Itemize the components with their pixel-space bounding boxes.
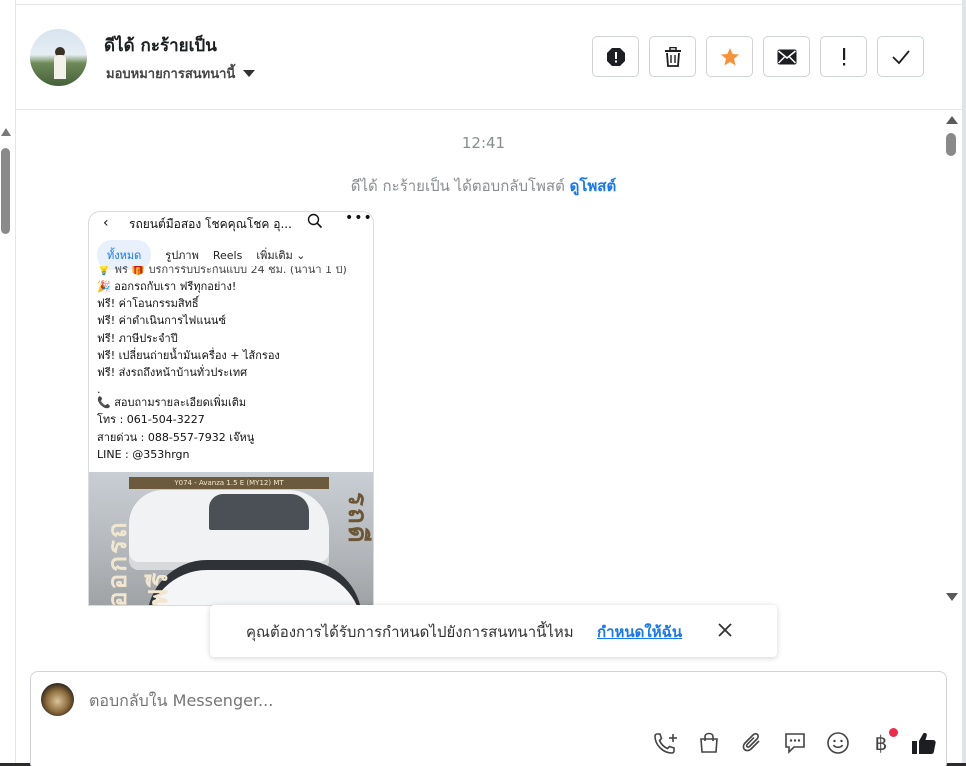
more-options-icon: ••• (345, 211, 373, 226)
assign-suggestion-question: คุณต้องการได้รับการกำหนดไปยังการสนทนานี้… (246, 623, 574, 641)
post-line: 🎉 ออกรถกับเรา ฟรีทุกอย่าง! (97, 280, 237, 293)
scroll-down-arrow-icon[interactable] (946, 593, 958, 601)
follow-up-button[interactable] (820, 36, 867, 77)
done-button[interactable] (877, 36, 924, 77)
trash-icon (664, 46, 681, 67)
post-page-title: รถยนต์มือสอง โชคคุณโชค อุ... (129, 217, 292, 231)
star-icon (720, 47, 739, 65)
call-add-icon (654, 733, 677, 754)
emoji-icon (827, 732, 849, 754)
call-add-button[interactable] (651, 728, 681, 758)
post-line: ฟรี! ส่งรถถึงหน้าบ้านทั่วประเทศ (97, 366, 248, 380)
post-line: . (97, 383, 101, 395)
chat-bubble-icon (785, 733, 805, 754)
shop-button[interactable] (694, 728, 724, 758)
search-icon (307, 213, 323, 229)
assign-suggestion-toast: คุณต้องการได้รับการกำหนดไปยังการสนทนานี้… (210, 605, 777, 657)
shopping-bag-icon (700, 732, 718, 753)
top-border (15, 0, 966, 5)
attach-button[interactable] (737, 728, 767, 758)
reply-input[interactable] (89, 691, 689, 710)
post-photo: Y074 - Avanza 1.5 E (MY12) MT ออกรถฟรี ร… (89, 472, 373, 606)
right-edge (962, 0, 966, 766)
post-line: ฟรี! ภาษีประจำปี (97, 331, 178, 345)
post-line: ฟรี! ค่าดำเนินการไฟแนนซ์ (97, 314, 226, 328)
avatar-body (54, 55, 66, 79)
emoji-button[interactable] (823, 728, 853, 758)
reply-composer: ฿ (30, 671, 947, 766)
check-icon (891, 49, 910, 64)
scrollbar-thumb[interactable] (1, 148, 10, 234)
post-line: สายด่วน : 088-557-7932 เจ๊หนู (97, 430, 255, 444)
composer-toolbar: ฿ (651, 728, 939, 758)
post-line: ฟรี! เปลี่ยนถ่ายน้ำมันเครื่อง + ไส้กรอง (97, 348, 280, 362)
system-message: ดีได้ กะร้ายเป็น ได้ตอบกลับโพสต์ ดูโพสต์ (16, 174, 951, 198)
conversation-thread: 12:41 ดีได้ กะร้ายเป็น ได้ตอบกลับโพสต์ ด… (16, 111, 962, 606)
post-line: โทร : 061-504-3227 (97, 413, 205, 427)
assign-to-me-link[interactable]: กำหนดให้ฉัน (597, 620, 682, 644)
saved-replies-button[interactable] (780, 728, 810, 758)
header-actions (592, 36, 924, 77)
post-tab-reels: Reels (212, 248, 243, 262)
star-button[interactable] (706, 36, 753, 77)
scroll-up-arrow-icon[interactable] (946, 116, 958, 124)
message-timestamp: 12:41 (461, 134, 506, 152)
post-topbar: ‹ รถยนต์มือสอง โชคคุณโชค อุ... ••• (89, 212, 373, 234)
car-window (209, 494, 309, 530)
conversation-header: ดีได้ กะร้ายเป็น มอบหมายการสนทนานี้ (16, 6, 962, 110)
post-body: 💡 ฟรี 🎁 บริการรับประกันแบบ 24 ชม. (นานา … (97, 266, 367, 463)
post-line: LINE : @353hrgn (97, 447, 190, 461)
system-message-text: ดีได้ กะร้ายเป็น ได้ตอบกลับโพสต์ (350, 177, 565, 195)
spam-button[interactable] (592, 36, 639, 77)
payment-button[interactable]: ฿ (866, 728, 898, 758)
back-arrow-icon: ‹ (103, 215, 109, 231)
page-avatar (41, 683, 74, 716)
baht-icon: ฿ (874, 731, 888, 755)
post-line: ฟรี! ค่าโอนกรรมสิทธิ์ (97, 297, 199, 311)
assign-label: มอบหมายการสนทนานี้ (106, 67, 236, 82)
conversation-scrollbar[interactable] (945, 116, 958, 601)
contact-avatar[interactable] (30, 29, 87, 86)
alert-octagon-icon (606, 47, 625, 66)
notification-dot (889, 728, 898, 737)
assign-conversation-dropdown[interactable]: มอบหมายการสนทนานี้ (106, 63, 256, 84)
photo-text-right: ราคา รถดี (342, 492, 372, 545)
like-button[interactable] (909, 728, 939, 758)
post-tab-more-label: เพิ่มเติม (256, 249, 293, 262)
post-line: 📞 สอบถามรายละเอียดเพิ่มเติม (97, 396, 247, 410)
close-icon[interactable] (717, 622, 733, 638)
photo-banner: Y074 - Avanza 1.5 E (MY12) MT (129, 477, 329, 489)
car-image-front (147, 560, 362, 605)
outer-scrollbar[interactable] (0, 128, 12, 238)
scrollbar-thumb[interactable] (946, 133, 956, 156)
paperclip-icon (742, 733, 760, 752)
envelope-icon (777, 49, 796, 64)
contact-name[interactable]: ดีได้ กะร้ายเป็น (104, 32, 217, 59)
post-tab-photos: รูปภาพ (165, 249, 199, 262)
thumbs-up-icon (912, 732, 936, 754)
mark-unread-button[interactable] (763, 36, 810, 77)
scroll-up-arrow-icon[interactable] (1, 128, 11, 136)
post-tab-more: เพิ่มเติม ⌄ (256, 249, 306, 262)
post-line: 💡 ฟรี 🎁 บริการรับประกันแบบ 24 ชม. (นานา … (97, 266, 347, 276)
view-post-link[interactable]: ดูโพสต์ (570, 177, 617, 195)
delete-button[interactable] (649, 36, 696, 77)
chevron-down-icon (243, 70, 256, 77)
photo-text-left: ออกรถฟรี (103, 520, 174, 606)
exclamation-icon (842, 47, 845, 65)
post-preview-card[interactable]: ‹ รถยนต์มือสอง โชคคุณโชค อุ... ••• ทั้งห… (88, 211, 374, 606)
